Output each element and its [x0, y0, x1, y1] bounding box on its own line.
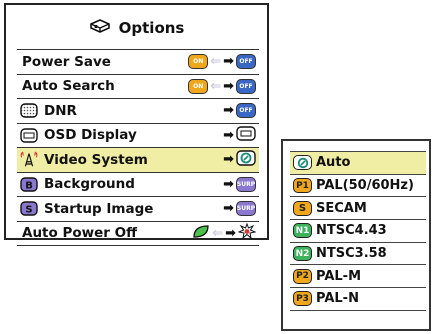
power-save-label: Power Save	[22, 53, 111, 70]
options-title-bar: Options	[6, 15, 267, 41]
p3-badge: P3	[293, 291, 312, 307]
right-arrow-icon: ➡	[223, 54, 234, 70]
on-pill: ON	[188, 54, 209, 70]
faint-left-arrow-icon: ⇐	[212, 225, 224, 241]
surp-pill: SURP	[236, 176, 256, 192]
dnr-row[interactable]: DNR ➡ OFF	[17, 99, 259, 124]
video-system-option-auto[interactable]: Auto	[290, 152, 426, 175]
option-label: PAL-M	[316, 268, 362, 284]
osd-display-value-icon	[236, 126, 256, 145]
startup-s-icon: S	[20, 201, 38, 217]
svg-text:B: B	[25, 180, 33, 191]
startup-image-label: Startup Image	[44, 200, 154, 217]
video-system-list: Auto P1 PAL(50/60Hz) S SECAM N1 NTSC4.43…	[290, 151, 426, 311]
right-arrow-icon: ➡	[223, 103, 234, 119]
auto-power-off-setting[interactable]: ⇐ ➡	[192, 222, 257, 246]
auto-search-row[interactable]: Auto Search ON ⇐ ➡ OFF	[17, 75, 259, 99]
surp-pill: SURP	[236, 201, 256, 217]
option-label: NTSC3.58	[316, 246, 387, 262]
power-off-burst-icon	[237, 222, 257, 243]
faint-left-arrow-icon: ⇐	[210, 54, 222, 70]
video-system-icon	[20, 151, 38, 168]
off-pill: OFF	[236, 78, 256, 94]
osd-display-setting[interactable]: ➡	[223, 124, 256, 148]
video-system-option-pal-n[interactable]: P3 PAL-N	[290, 288, 426, 311]
video-system-menu-panel: Auto P1 PAL(50/60Hz) S SECAM N1 NTSC4.43…	[281, 139, 431, 331]
power-save-row[interactable]: Power Save ON ⇐ ➡ OFF	[17, 50, 259, 75]
background-setting[interactable]: ➡ SURP	[223, 173, 256, 197]
option-label: PAL(50/60Hz)	[316, 178, 414, 194]
options-menu-panel: Options Power Save ON ⇐ ➡ OFF Auto Searc…	[4, 3, 269, 246]
auto-power-off-row[interactable]: Auto Power Off ⇐ ➡	[17, 222, 259, 246]
osd-display-row[interactable]: OSD Display ➡	[17, 124, 259, 148]
auto-icon	[293, 155, 312, 171]
n1-badge: N1	[293, 223, 312, 239]
leaf-icon	[192, 224, 210, 243]
auto-search-label: Auto Search	[22, 78, 115, 95]
dnr-setting[interactable]: ➡ OFF	[223, 99, 256, 123]
power-save-setting[interactable]: ON ⇐ ➡ OFF	[188, 50, 256, 74]
osd-display-icon	[20, 127, 38, 143]
faint-left-arrow-icon: ⇐	[210, 78, 222, 94]
video-system-row[interactable]: Video System ➡	[17, 148, 259, 173]
video-system-label: Video System	[44, 151, 148, 168]
off-pill: OFF	[236, 103, 256, 119]
video-system-option-pal-m[interactable]: P2 PAL-M	[290, 265, 426, 289]
video-system-option-ntsc443[interactable]: N1 NTSC4.43	[290, 220, 426, 243]
dnr-icon	[20, 103, 38, 119]
osd-display-label: OSD Display	[44, 127, 137, 144]
options-title: Options	[118, 19, 185, 37]
video-system-option-pal[interactable]: P1 PAL(50/60Hz)	[290, 175, 426, 198]
auto-mode-icon	[236, 150, 256, 170]
p1-badge: P1	[293, 178, 312, 194]
startup-image-setting[interactable]: ➡ SURP	[223, 197, 256, 221]
p2-badge: P2	[293, 268, 312, 284]
option-label: PAL-N	[316, 291, 359, 307]
on-pill: ON	[188, 78, 209, 94]
auto-search-setting[interactable]: ON ⇐ ➡ OFF	[188, 75, 256, 99]
option-label: Auto	[316, 155, 351, 171]
svg-text:S: S	[25, 205, 32, 216]
right-arrow-icon: ➡	[223, 201, 234, 217]
option-label: SECAM	[316, 200, 367, 216]
dnr-label: DNR	[44, 102, 77, 119]
s-badge: S	[293, 200, 312, 216]
right-arrow-icon: ➡	[223, 152, 234, 168]
startup-image-row[interactable]: S Startup Image ➡ SURP	[17, 197, 259, 222]
video-system-option-ntsc358[interactable]: N2 NTSC3.58	[290, 243, 426, 266]
n2-badge: N2	[293, 246, 312, 262]
off-pill: OFF	[236, 54, 256, 70]
background-row[interactable]: B Background ➡ SURP	[17, 173, 259, 197]
right-arrow-icon: ➡	[225, 225, 236, 241]
video-system-setting[interactable]: ➡	[223, 148, 256, 172]
right-arrow-icon: ➡	[223, 176, 234, 192]
video-system-option-secam[interactable]: S SECAM	[290, 197, 426, 221]
right-arrow-icon: ➡	[223, 127, 234, 143]
background-label: Background	[44, 176, 135, 193]
option-label: NTSC4.43	[316, 223, 387, 239]
projector-icon	[89, 17, 111, 39]
auto-power-off-label: Auto Power Off	[22, 225, 138, 242]
background-b-icon: B	[20, 176, 38, 192]
options-list: Power Save ON ⇐ ➡ OFF Auto Search ON ⇐ ➡…	[17, 49, 259, 246]
right-arrow-icon: ➡	[223, 78, 234, 94]
